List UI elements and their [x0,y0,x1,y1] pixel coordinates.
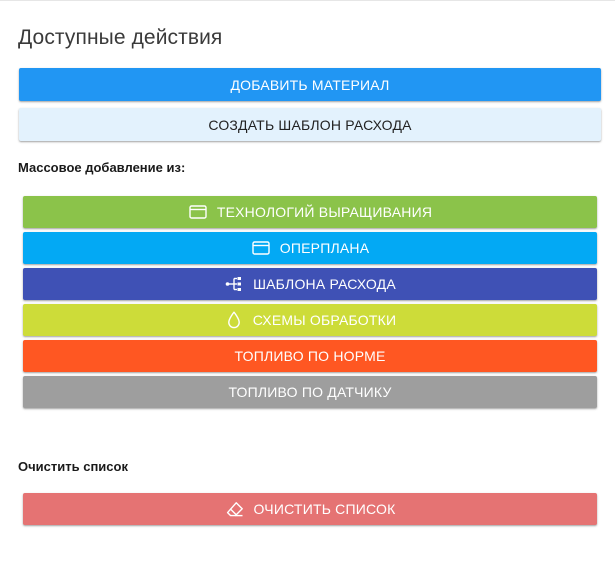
bulk-fuel-by-sensor-label: ТОПЛИВО ПО ДАТЧИКУ [228,384,392,400]
bulk-from-operplan-button[interactable]: ОПЕРПЛАНА [23,232,597,264]
add-material-button[interactable]: ДОБАВИТЬ МАТЕРИАЛ [19,68,601,101]
card-icon [188,202,208,222]
bulk-fuel-by-norm-button[interactable]: ТОПЛИВО ПО НОРМЕ [23,340,597,372]
drop-icon [224,310,244,330]
bulk-from-growing-technologies-button[interactable]: ТЕХНОЛОГИЙ ВЫРАЩИВАНИЯ [23,196,597,228]
panel-title: Доступные действия [18,26,223,49]
bulk-from-treatment-schemes-button[interactable]: СХЕМЫ ОБРАБОТКИ [23,304,597,336]
bulk-from-growing-technologies-label: ТЕХНОЛОГИЙ ВЫРАЩИВАНИЯ [216,204,433,220]
create-expense-template-label: СОЗДАТЬ ШАБЛОН РАСХОДА [208,116,412,133]
add-material-label: ДОБАВИТЬ МАТЕРИАЛ [230,76,390,93]
bulk-from-expense-template-button[interactable]: ШАБЛОНА РАСХОДА [23,268,597,300]
bulk-fuel-by-sensor-button[interactable]: ТОПЛИВО ПО ДАТЧИКУ [23,376,597,408]
actions-panel: Доступные действия ДОБАВИТЬ МАТЕРИАЛ СОЗ… [0,0,615,576]
clear-list-heading: Очистить список [18,459,128,474]
clear-list-button[interactable]: ОЧИСТИТЬ СПИСОК [23,493,597,525]
card-icon [251,238,271,258]
hierarchy-icon [224,274,244,294]
bulk-from-expense-template-label: ШАБЛОНА РАСХОДА [253,276,396,292]
bulk-fuel-by-norm-label: ТОПЛИВО ПО НОРМЕ [234,348,386,364]
create-expense-template-button[interactable]: СОЗДАТЬ ШАБЛОН РАСХОДА [19,108,601,141]
bulk-from-operplan-label: ОПЕРПЛАНА [279,240,370,256]
clear-list-label: ОЧИСТИТЬ СПИСОК [253,501,396,517]
eraser-icon [225,499,245,519]
bulk-add-heading: Массовое добавление из: [18,160,186,175]
bulk-from-treatment-schemes-label: СХЕМЫ ОБРАБОТКИ [252,312,397,328]
